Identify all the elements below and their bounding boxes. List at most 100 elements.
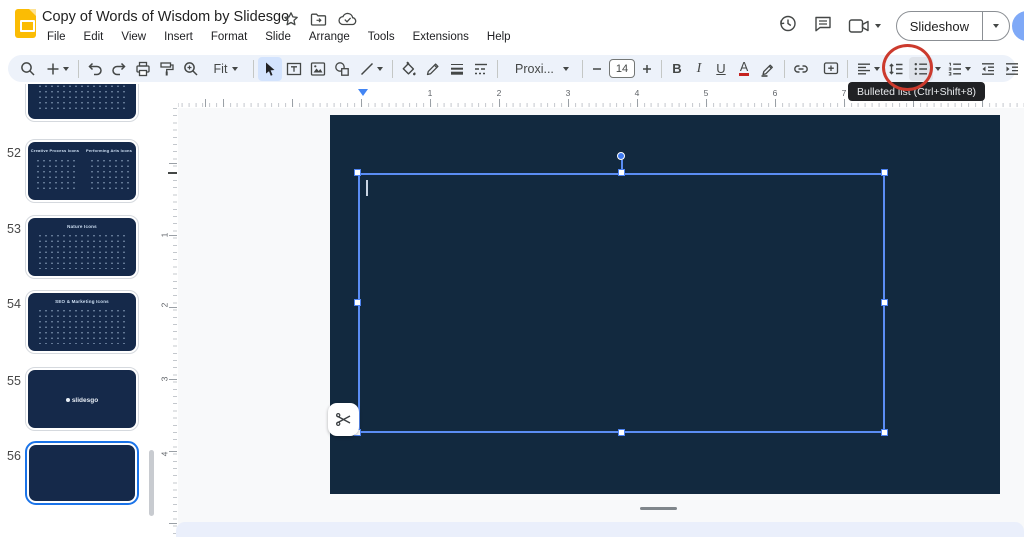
handle-top-right[interactable]: [881, 169, 888, 176]
new-slide-dropdown-icon[interactable]: [63, 66, 69, 71]
document-title[interactable]: Copy of Words of Wisdom by Slidesgo: [42, 9, 289, 25]
paint-format-button[interactable]: [155, 57, 179, 81]
fill-color-button[interactable]: [397, 57, 421, 81]
increase-indent-button[interactable]: [1000, 57, 1024, 81]
insert-line-dropdown-icon[interactable]: [377, 66, 383, 71]
numbered-list-button[interactable]: [942, 57, 976, 81]
comments-icon[interactable]: [813, 14, 833, 39]
menu-format[interactable]: Format: [204, 29, 254, 45]
text-box-button[interactable]: [282, 57, 306, 81]
numbered-list-dropdown-icon[interactable]: [965, 66, 971, 71]
bulleted-list-icon[interactable]: [909, 56, 933, 81]
insert-link-button[interactable]: [789, 57, 813, 81]
scissors-icon: [336, 412, 351, 426]
slide-thumbnail-55[interactable]: slidesgo: [25, 367, 139, 431]
decrease-indent-button[interactable]: [976, 57, 1000, 81]
toolbar-separator: [497, 59, 498, 78]
menu-arrange[interactable]: Arrange: [302, 29, 357, 45]
slide-number-56: 56: [7, 449, 21, 463]
h-ruler-label: 4: [634, 88, 640, 98]
redo-button[interactable]: [107, 57, 131, 81]
menu-tools[interactable]: Tools: [361, 29, 402, 45]
handle-bottom-right[interactable]: [881, 429, 888, 436]
speaker-notes-grip[interactable]: [640, 507, 677, 510]
version-history-icon[interactable]: [777, 13, 798, 39]
toolbar-separator: [582, 59, 583, 78]
font-size-input[interactable]: 14: [607, 57, 637, 81]
zoom-fit-select[interactable]: Fit: [203, 57, 249, 81]
slideshow-button[interactable]: Slideshow: [895, 11, 1010, 41]
slide-thumbnail-54[interactable]: SEO & Marketing Icons: [25, 290, 139, 354]
bold-button[interactable]: B: [666, 57, 688, 81]
ruler-position-indicator: [168, 172, 177, 174]
slide-canvas[interactable]: [178, 108, 1024, 537]
slide-thumbnail-51-partial[interactable]: [25, 84, 139, 122]
menu-file[interactable]: File: [40, 29, 73, 45]
line-spacing-button[interactable]: [884, 57, 908, 81]
bulleted-list-dropdown-icon[interactable]: [935, 66, 941, 71]
text-color-button[interactable]: A: [732, 57, 756, 81]
speaker-notes-panel[interactable]: [176, 522, 1024, 537]
menu-slide[interactable]: Slide: [258, 29, 298, 45]
slide-thumbnail-52[interactable]: Creative Process Icons Performing Arts I…: [25, 139, 139, 203]
insert-shape-button[interactable]: [330, 57, 354, 81]
menu-insert[interactable]: Insert: [157, 29, 200, 45]
indent-marker-icon[interactable]: [358, 89, 368, 96]
toolbar-separator: [661, 59, 662, 78]
selected-text-box[interactable]: [358, 173, 885, 433]
border-color-button[interactable]: [421, 57, 445, 81]
handle-middle-left[interactable]: [354, 299, 361, 306]
google-slides-logo-icon[interactable]: [15, 9, 36, 38]
zoom-button[interactable]: [179, 57, 203, 81]
bulleted-list-button[interactable]: [908, 56, 942, 81]
handle-middle-right[interactable]: [881, 299, 888, 306]
increase-font-size-button[interactable]: [637, 57, 657, 81]
vertical-ruler: 1 2 3 4: [159, 108, 178, 537]
handle-top-center[interactable]: [618, 169, 625, 176]
search-menus-button[interactable]: [16, 57, 40, 81]
add-comment-button[interactable]: [819, 57, 843, 81]
align-dropdown-icon[interactable]: [874, 66, 880, 71]
video-call-dropdown-icon[interactable]: [874, 24, 881, 28]
insert-image-button[interactable]: [306, 57, 330, 81]
v-ruler-label: 1: [159, 232, 170, 238]
menu-edit[interactable]: Edit: [77, 29, 111, 45]
menu-help[interactable]: Help: [480, 29, 518, 45]
h-ruler-label: 5: [703, 88, 709, 98]
share-button-clipped[interactable]: [1012, 11, 1024, 41]
font-family-select[interactable]: Proxi...: [502, 57, 578, 81]
highlight-color-button[interactable]: [756, 57, 780, 81]
video-call-button[interactable]: [848, 18, 881, 34]
filmstrip-scrollbar[interactable]: [149, 450, 154, 516]
underline-button[interactable]: U: [710, 57, 732, 81]
undo-button[interactable]: [83, 57, 107, 81]
border-dash-button[interactable]: [469, 57, 493, 81]
rotation-handle[interactable]: [617, 152, 625, 160]
border-weight-button[interactable]: [445, 57, 469, 81]
italic-button[interactable]: I: [688, 57, 710, 81]
toolbar-separator: [784, 59, 785, 78]
print-button[interactable]: [131, 57, 155, 81]
toolbar-separator: [847, 59, 848, 78]
menu-extensions[interactable]: Extensions: [406, 29, 476, 45]
slide-thumbnail-53[interactable]: Nature Icons: [25, 215, 139, 279]
slide-thumbnail-56-selected[interactable]: [25, 441, 139, 505]
h-ruler-label: 1: [427, 88, 433, 98]
insert-line-button[interactable]: [354, 57, 388, 81]
slideshow-label[interactable]: Slideshow: [897, 19, 982, 34]
handle-bottom-center[interactable]: [618, 429, 625, 436]
new-slide-button[interactable]: [40, 57, 74, 81]
align-button[interactable]: [852, 57, 884, 81]
toolbar-separator: [392, 59, 393, 78]
thumb-title: Performing Arts Icons: [85, 148, 133, 153]
v-ruler-label: 2: [159, 302, 170, 308]
slide-filmstrip[interactable]: 52 Creative Process Icons Performing Art…: [0, 84, 160, 537]
decrease-font-size-button[interactable]: [587, 57, 607, 81]
select-tool-button[interactable]: [258, 56, 282, 81]
floating-tool-button[interactable]: [328, 403, 359, 436]
slideshow-dropdown-button[interactable]: [983, 12, 1009, 40]
slidesgo-logo: slidesgo: [28, 397, 136, 404]
handle-top-left[interactable]: [354, 169, 361, 176]
thumb-title: Creative Process Icons: [30, 148, 80, 153]
menu-view[interactable]: View: [114, 29, 153, 45]
